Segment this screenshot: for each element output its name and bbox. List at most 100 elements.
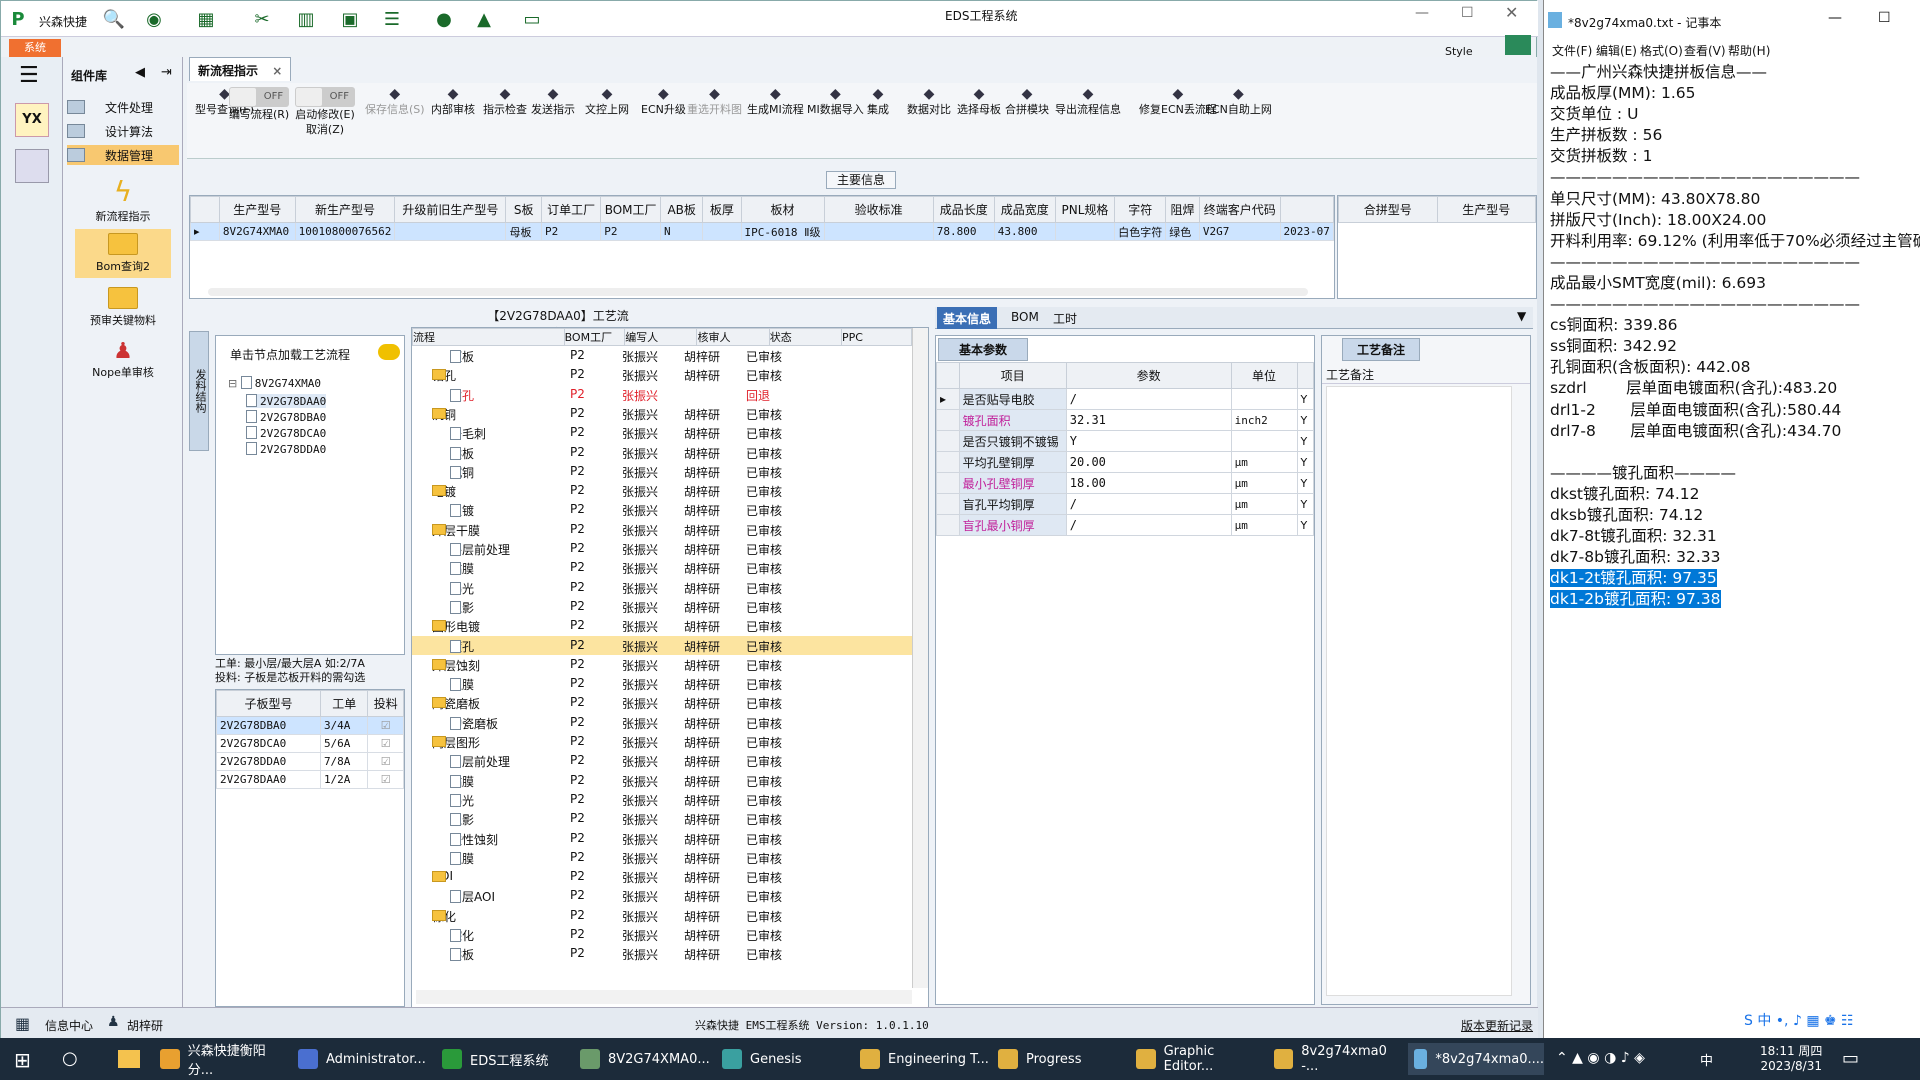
globe-icon[interactable]: ◉: [141, 7, 167, 31]
table-row[interactable]: 2V2G78DBA0 3/4A ☑: [216, 716, 404, 735]
flow-row[interactable]: 显影 P2 张振兴 胡梓研 已审核: [412, 597, 912, 616]
tree-node[interactable]: 2V2G78DDA0: [246, 442, 326, 456]
taskbar-app[interactable]: EDS工程系统: [436, 1043, 572, 1075]
tab-new-flow[interactable]: 新流程指示 ×: [189, 57, 292, 81]
flow-row[interactable]: 棕化 P2 张振兴 胡梓研 已审核: [412, 925, 912, 944]
flow-row[interactable]: 外层干膜 P2 张振兴 胡梓研 已审核: [412, 520, 912, 539]
ribbon-button-13[interactable]: ◆ 数据对比: [907, 87, 951, 117]
main-cell[interactable]: P2: [600, 222, 662, 241]
flow-row[interactable]: 烘板 P2 张振兴 胡梓研 已审核: [412, 944, 912, 963]
main-cell[interactable]: 43.800: [993, 222, 1056, 241]
main-cell[interactable]: 绿色: [1165, 222, 1200, 241]
flow-row[interactable]: 烘板 P2 张振兴 胡梓研 已审核: [412, 443, 912, 462]
main-cell[interactable]: 2023-07: [1279, 222, 1334, 241]
maximize-button[interactable]: ☐: [1461, 5, 1474, 21]
clock[interactable]: 18:11 周四 2023/8/31: [1760, 1042, 1822, 1073]
flow-row[interactable]: 陶瓷磨板 P2 张振兴 胡梓研 已审核: [412, 713, 912, 732]
yx-module-icon[interactable]: YX: [15, 103, 49, 137]
table-icon[interactable]: ▦: [193, 7, 219, 31]
param-row[interactable]: 盲孔平均铜厚 / μm Y: [936, 493, 1314, 515]
calculator-icon[interactable]: [15, 149, 49, 183]
user-icon[interactable]: ●: [431, 7, 457, 31]
window-icon[interactable]: ▭: [519, 7, 545, 31]
tab-basic-info[interactable]: 基本信息: [937, 307, 998, 329]
tab-close-icon[interactable]: ×: [272, 64, 282, 78]
horizontal-scrollbar[interactable]: [208, 288, 1308, 296]
flow-horizontal-scrollbar[interactable]: [416, 990, 912, 1004]
main-cell[interactable]: 白色字符: [1114, 222, 1167, 241]
notepad-menu-item[interactable]: 文件(F): [1552, 42, 1592, 59]
pre-review-button[interactable]: 预审关键物料: [75, 287, 171, 328]
sidebar-item-data[interactable]: 数据管理: [67, 145, 179, 165]
flow-row[interactable]: 曝光 P2 张振兴 胡梓研 已审核: [412, 790, 912, 809]
sidebar-item-file[interactable]: 文件处理: [67, 97, 179, 117]
sidebar-item-design[interactable]: 设计算法: [67, 121, 179, 141]
ribbon-button-11[interactable]: ◆ MI数据导入: [807, 87, 864, 117]
ime-indicator[interactable]: 中: [1700, 1050, 1713, 1069]
ribbon-button-10[interactable]: ◆ 生成MI流程: [747, 87, 804, 117]
toggle-switch[interactable]: OFF: [229, 87, 290, 107]
collapse-arrow-icon[interactable]: ◀: [135, 65, 145, 80]
ribbon-button-16[interactable]: ◆ 导出流程信息: [1055, 87, 1121, 117]
vertical-side-tab[interactable]: 发料结构: [189, 331, 209, 451]
flow-row[interactable]: 外层蚀刻 P2 张振兴 胡梓研 已审核: [412, 655, 912, 674]
notepad-menu-item[interactable]: 帮助(H): [1728, 42, 1770, 59]
dropdown-arrow-icon[interactable]: ▼: [1517, 309, 1526, 323]
flow-row[interactable]: 钻孔 P2 张振兴 回退: [412, 385, 912, 404]
taskbar-app[interactable]: 8V2G74XMA0...: [574, 1043, 710, 1075]
tab-bom[interactable]: BOM: [1011, 310, 1039, 324]
flow-row[interactable]: 压板 P2 张振兴 胡梓研 已审核: [412, 346, 912, 365]
main-cell[interactable]: 10010800076562: [294, 222, 396, 241]
flow-row[interactable]: 贴膜 P2 张振兴 胡梓研 已审核: [412, 771, 912, 790]
tab-process-note[interactable]: 工艺备注: [1342, 338, 1421, 361]
flow-row[interactable]: 沉铜 P2 张振兴 胡梓研 已审核: [412, 462, 912, 481]
notepad-minimize-button[interactable]: —: [1828, 10, 1842, 26]
param-row[interactable]: 平均孔壁铜厚 20.00 μm Y: [936, 451, 1314, 473]
ribbon-button-8[interactable]: ◆ ECN升级: [641, 87, 686, 117]
main-cell[interactable]: [702, 222, 742, 241]
new-flow-button[interactable]: ϟ 新流程指示: [75, 175, 171, 224]
nope-review-button[interactable]: ♟ Nope单审核: [75, 339, 171, 380]
param-value[interactable]: Y: [1065, 430, 1232, 452]
main-cell[interactable]: N: [660, 222, 704, 241]
main-cell[interactable]: P2: [540, 222, 602, 241]
tab-basic-params[interactable]: 基本参数: [938, 338, 1029, 361]
minimize-button[interactable]: —: [1415, 5, 1429, 21]
main-cell[interactable]: [394, 222, 507, 241]
flow-row[interactable]: 贴膜 P2 张振兴 胡梓研 已审核: [412, 558, 912, 577]
feed-checkbox[interactable]: ☑: [367, 770, 404, 789]
ime-toolbar[interactable]: S 中 •, ♪ ▦ ♚ ☷: [1744, 1010, 1920, 1034]
param-row[interactable]: 是否只镀铜不镀锡 Y Y: [936, 430, 1314, 452]
param-value[interactable]: 20.00: [1065, 451, 1232, 473]
main-cell[interactable]: 8V2G74XMA0: [218, 222, 296, 241]
tab-work-hours[interactable]: 工时: [1053, 310, 1077, 327]
flow-row[interactable]: 去毛刺 P2 张振兴 胡梓研 已审核: [412, 423, 912, 442]
taskbar-app[interactable]: Engineering T...: [854, 1043, 990, 1075]
table-row[interactable]: ▸ 8V2G74XMA0 10010800076562 母板 P2 P2 N IPC-6018…: [190, 222, 1334, 241]
ribbon-button-6[interactable]: ◆ 发送指示: [531, 87, 575, 117]
flow-row[interactable]: 沉铜 P2 张振兴 胡梓研 已审核: [412, 404, 912, 423]
scissors-icon[interactable]: ✂: [249, 7, 275, 31]
notepad-text-area[interactable]: ——广州兴森快捷拼板信息—— 成品板厚(MM): 1.65 交货单位 : U 生产拼板…: [1550, 62, 1920, 1032]
bom-query-button[interactable]: Bom查询2: [75, 229, 171, 278]
tree-node[interactable]: 2V2G78DBA0: [246, 410, 326, 424]
work-order-cell[interactable]: 5/6A: [319, 734, 369, 753]
flow-row[interactable]: 显影 P2 张振兴 胡梓研 已审核: [412, 809, 912, 828]
flow-row[interactable]: 退膜 P2 张振兴 胡梓研 已审核: [412, 674, 912, 693]
close-button[interactable]: ✕: [1505, 3, 1518, 22]
system-tab[interactable]: 系统: [9, 39, 61, 57]
toggle-switch[interactable]: OFF: [295, 87, 355, 107]
flow-row[interactable]: 钻孔 P2 张振兴 胡梓研 已审核: [412, 365, 912, 384]
ribbon-button-2[interactable]: OFF 启动修改(E) 取消(Z): [295, 87, 355, 137]
tree-node[interactable]: 2V2G78DCA0: [246, 426, 326, 440]
film-icon[interactable]: ▥: [293, 7, 319, 31]
param-row[interactable]: 镀孔面积 32.31 inch2 Y: [936, 409, 1314, 431]
notepad-maximize-button[interactable]: ☐: [1878, 10, 1891, 26]
flow-row[interactable]: 内层AOI P2 张振兴 胡梓研 已审核: [412, 886, 912, 905]
tray-icons[interactable]: ⌃ ▲ ◉ ◑ ♪ ◈: [1556, 1050, 1645, 1066]
search-icon[interactable]: ○: [62, 1048, 78, 1069]
main-cell[interactable]: 78.800: [932, 222, 995, 241]
flow-row[interactable]: 内层前处理 P2 张振兴 胡梓研 已审核: [412, 751, 912, 770]
info-center[interactable]: 信息中心: [45, 1017, 93, 1034]
flow-row[interactable]: 外层前处理 P2 张振兴 胡梓研 已审核: [412, 539, 912, 558]
